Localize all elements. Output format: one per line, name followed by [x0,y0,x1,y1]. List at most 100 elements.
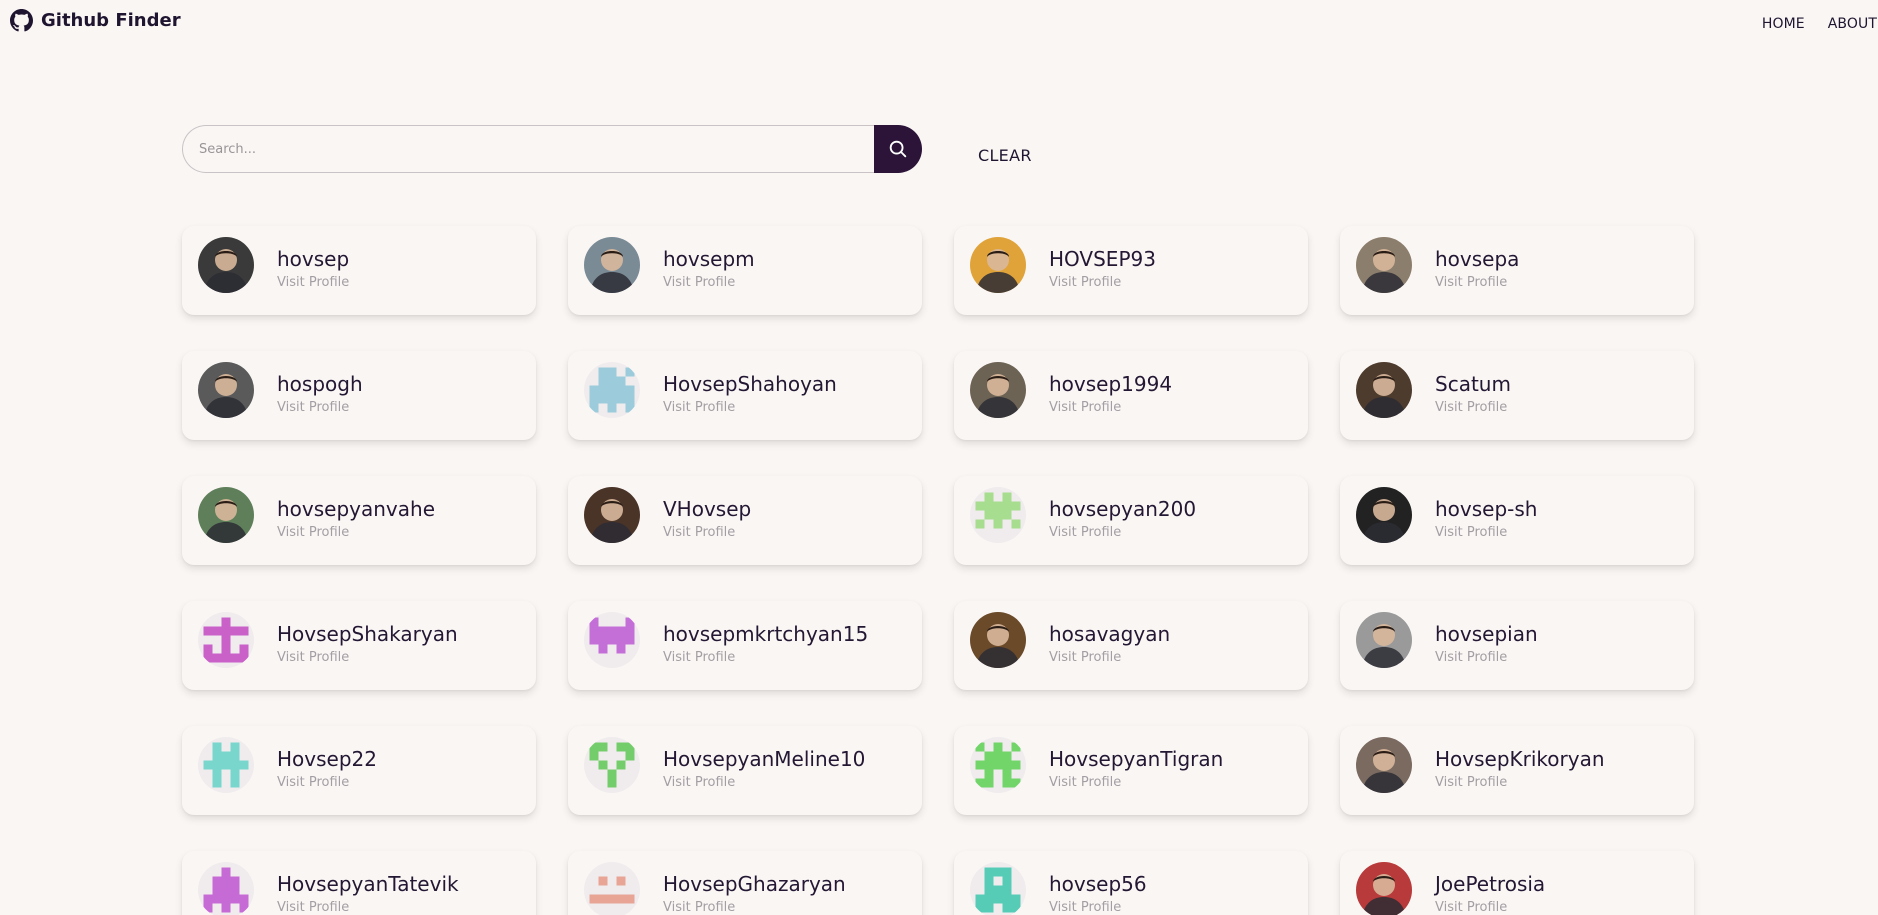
user-card[interactable]: HovsepyanTatevik Visit Profile [182,851,536,915]
avatar [970,612,1026,668]
avatar [970,237,1026,293]
user-grid: hovsep Visit Profile hovsepm Visit Profile… [182,226,1694,915]
username: hovsep56 [1049,872,1147,896]
visit-profile-link[interactable]: Visit Profile [1049,525,1121,540]
avatar [1356,862,1412,915]
avatar [584,237,640,293]
avatar [198,862,254,915]
avatar [584,737,640,793]
avatar [584,487,640,543]
username: HOVSEP93 [1049,247,1156,271]
user-card[interactable]: HovsepShahoyan Visit Profile [568,351,922,440]
search-form [182,125,922,173]
user-card[interactable]: hovsepyan200 Visit Profile [954,476,1308,565]
user-card[interactable]: HovsepyanMeline10 Visit Profile [568,726,922,815]
avatar [198,487,254,543]
visit-profile-link[interactable]: Visit Profile [1049,275,1121,290]
avatar [1356,362,1412,418]
avatar [1356,487,1412,543]
visit-profile-link[interactable]: Visit Profile [663,400,735,415]
visit-profile-link[interactable]: Visit Profile [277,525,349,540]
username: hospogh [277,372,363,396]
visit-profile-link[interactable]: Visit Profile [277,650,349,665]
username: hovsep1994 [1049,372,1173,396]
user-card[interactable]: hovsepyanvahe Visit Profile [182,476,536,565]
user-card[interactable]: HovsepKrikoryan Visit Profile [1340,726,1694,815]
visit-profile-link[interactable]: Visit Profile [1049,775,1121,790]
avatar [198,612,254,668]
github-icon [10,9,33,32]
avatar [198,737,254,793]
user-card[interactable]: Scatum Visit Profile [1340,351,1694,440]
user-card[interactable]: hovsepa Visit Profile [1340,226,1694,315]
user-card[interactable]: HOVSEP93 Visit Profile [954,226,1308,315]
search-input[interactable] [182,125,875,173]
user-card[interactable]: hovsep-sh Visit Profile [1340,476,1694,565]
visit-profile-link[interactable]: Visit Profile [1049,900,1121,915]
visit-profile-link[interactable]: Visit Profile [663,650,735,665]
username: HovsepShahoyan [663,372,837,396]
user-card[interactable]: HovsepyanTigran Visit Profile [954,726,1308,815]
username: hovsep [277,247,350,271]
visit-profile-link[interactable]: Visit Profile [1435,900,1507,915]
avatar [1356,237,1412,293]
user-card[interactable]: hovsep1994 Visit Profile [954,351,1308,440]
user-card[interactable]: hovsepm Visit Profile [568,226,922,315]
nav-home-link[interactable]: HOME [1762,16,1805,32]
username: Scatum [1435,372,1511,396]
visit-profile-link[interactable]: Visit Profile [663,775,735,790]
avatar [970,862,1026,915]
username: JoePetrosia [1435,872,1546,896]
search-icon [887,138,909,160]
username: HovsepyanMeline10 [663,747,866,771]
visit-profile-link[interactable]: Visit Profile [663,900,735,915]
username: hovsepm [663,247,755,271]
username: hovsepian [1435,622,1538,646]
user-card[interactable]: hovsep Visit Profile [182,226,536,315]
avatar [584,362,640,418]
visit-profile-link[interactable]: Visit Profile [1435,525,1507,540]
visit-profile-link[interactable]: Visit Profile [1049,400,1121,415]
avatar [584,862,640,915]
avatar [970,737,1026,793]
visit-profile-link[interactable]: Visit Profile [1435,775,1507,790]
visit-profile-link[interactable]: Visit Profile [1435,650,1507,665]
avatar [584,612,640,668]
visit-profile-link[interactable]: Visit Profile [277,275,349,290]
username: hovsepmkrtchyan15 [663,622,869,646]
brand[interactable]: Github Finder [10,9,181,32]
visit-profile-link[interactable]: Visit Profile [1049,650,1121,665]
clear-button[interactable]: CLEAR [978,146,1032,165]
user-card[interactable]: JoePetrosia Visit Profile [1340,851,1694,915]
username: HovsepKrikoryan [1435,747,1605,771]
visit-profile-link[interactable]: Visit Profile [277,400,349,415]
username: Hovsep22 [277,747,377,771]
user-card[interactable]: HovsepGhazaryan Visit Profile [568,851,922,915]
user-card[interactable]: Hovsep22 Visit Profile [182,726,536,815]
user-card[interactable]: hosavagyan Visit Profile [954,601,1308,690]
visit-profile-link[interactable]: Visit Profile [663,275,735,290]
visit-profile-link[interactable]: Visit Profile [277,775,349,790]
navbar: Github Finder HOME ABOUT [0,0,1878,48]
visit-profile-link[interactable]: Visit Profile [663,525,735,540]
user-card[interactable]: hospogh Visit Profile [182,351,536,440]
nav-about-link[interactable]: ABOUT [1828,16,1877,32]
user-card[interactable]: HovsepShakaryan Visit Profile [182,601,536,690]
username: hovsepyanvahe [277,497,436,521]
user-card[interactable]: hovsep56 Visit Profile [954,851,1308,915]
avatar [970,487,1026,543]
search-button[interactable] [874,125,922,173]
visit-profile-link[interactable]: Visit Profile [277,900,349,915]
username: VHovsep [663,497,752,521]
user-card[interactable]: hovsepian Visit Profile [1340,601,1694,690]
username: HovsepyanTigran [1049,747,1224,771]
avatar [198,362,254,418]
nav-links: HOME ABOUT [1762,16,1878,32]
username: hosavagyan [1049,622,1171,646]
visit-profile-link[interactable]: Visit Profile [1435,275,1507,290]
username: hovsepa [1435,247,1520,271]
user-card[interactable]: hovsepmkrtchyan15 Visit Profile [568,601,922,690]
visit-profile-link[interactable]: Visit Profile [1435,400,1507,415]
username: HovsepGhazaryan [663,872,846,896]
user-card[interactable]: VHovsep Visit Profile [568,476,922,565]
